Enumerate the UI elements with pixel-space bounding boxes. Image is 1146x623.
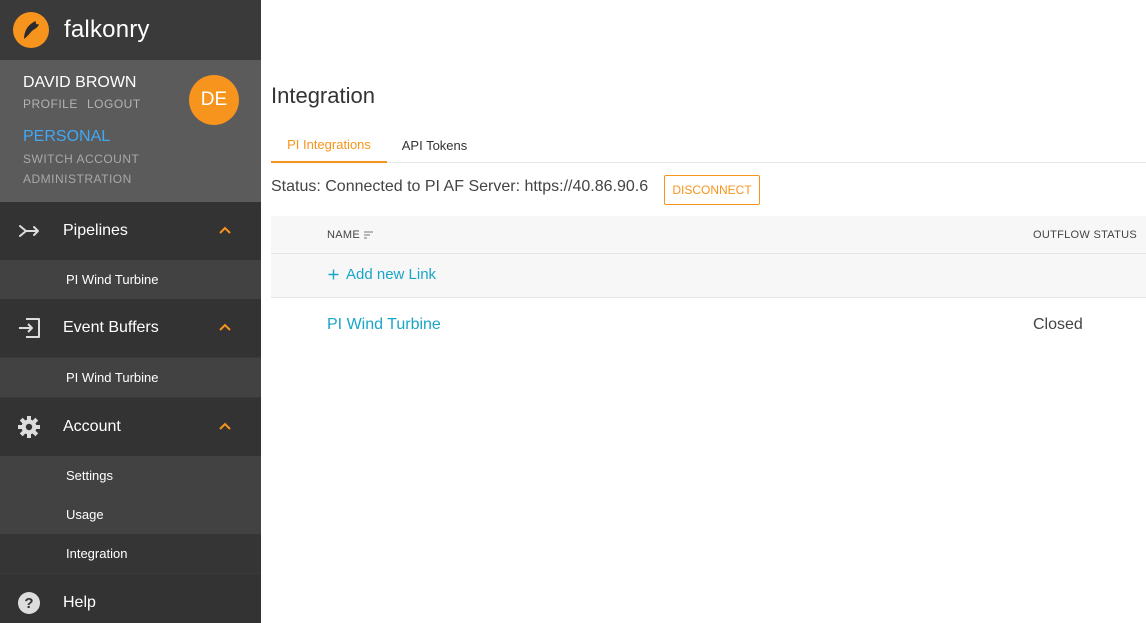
sidebar-item-label: Usage xyxy=(66,507,104,522)
help-circle-icon: ? xyxy=(17,591,41,615)
sidebar-item-integration[interactable]: Integration xyxy=(0,534,261,573)
profile-link[interactable]: PROFILE xyxy=(23,97,78,111)
user-name: DAVID BROWN xyxy=(23,74,137,91)
administration-link[interactable]: ADMINISTRATION xyxy=(23,172,132,186)
tab-api-tokens[interactable]: API Tokens xyxy=(387,128,482,163)
chevron-up-icon[interactable] xyxy=(218,321,232,335)
sidebar-item-pi-wind-turbine-buffer[interactable]: PI Wind Turbine xyxy=(0,358,261,397)
svg-text:?: ? xyxy=(24,595,33,612)
account-type: PERSONAL xyxy=(23,128,111,145)
nav-group-pipelines[interactable]: Pipelines xyxy=(0,202,261,260)
logout-link[interactable]: LOGOUT xyxy=(87,97,141,111)
user-panel: DAVID BROWN PROFILE LOGOUT DE PERSONAL S… xyxy=(0,60,261,202)
plus-icon xyxy=(328,269,339,280)
add-link-row: Add new Link xyxy=(271,254,1146,298)
tab-pi-integrations[interactable]: PI Integrations xyxy=(271,128,387,163)
nav-label-account: Account xyxy=(63,418,121,435)
column-header-outflow-status[interactable]: OUTFLOW STATUS xyxy=(1033,229,1137,241)
nav-label-help: Help xyxy=(63,594,96,611)
chevron-up-icon[interactable] xyxy=(218,224,232,238)
brand-header[interactable]: falkonry xyxy=(0,0,261,60)
add-new-link-label: Add new Link xyxy=(346,266,437,283)
sidebar-item-usage[interactable]: Usage xyxy=(0,495,261,534)
column-header-name[interactable]: NAME xyxy=(327,229,374,241)
brand-name: falkonry xyxy=(64,16,150,43)
nav-label-pipelines: Pipelines xyxy=(63,222,128,239)
link-name[interactable]: PI Wind Turbine xyxy=(327,316,441,334)
tab-bar: PI Integrations API Tokens xyxy=(271,128,1146,163)
sidebar-item-label: PI Wind Turbine xyxy=(66,272,159,287)
nav-group-event-buffers[interactable]: Event Buffers xyxy=(0,299,261,357)
merge-arrow-icon xyxy=(17,219,41,243)
column-header-label: NAME xyxy=(327,229,360,241)
page-title: Integration xyxy=(271,83,375,108)
add-new-link-button[interactable]: Add new Link xyxy=(328,266,436,283)
sidebar-item-label: Integration xyxy=(66,546,128,561)
table-row: PI Wind Turbine Closed xyxy=(271,298,1146,354)
nav-group-account[interactable]: Account xyxy=(0,398,261,456)
main-content: Integration PI Integrations API Tokens S… xyxy=(261,0,1146,623)
falkonry-logo-icon xyxy=(13,12,49,48)
switch-account-link[interactable]: SWITCH ACCOUNT xyxy=(23,152,139,166)
table-header: NAME OUTFLOW STATUS xyxy=(271,216,1146,254)
disconnect-button[interactable]: DISCONNECT xyxy=(664,175,760,205)
outflow-status: Closed xyxy=(1033,316,1083,333)
sort-icon xyxy=(363,231,374,239)
gear-icon xyxy=(17,415,41,439)
sidebar-item-pi-wind-turbine-pipeline[interactable]: PI Wind Turbine xyxy=(0,260,261,299)
sidebar: falkonry DAVID BROWN PROFILE LOGOUT DE P… xyxy=(0,0,261,623)
input-icon xyxy=(17,316,41,340)
nav-group-help[interactable]: ? Help xyxy=(0,574,261,623)
sidebar-item-settings[interactable]: Settings xyxy=(0,456,261,495)
sidebar-item-label: Settings xyxy=(66,468,113,483)
connection-status: Status: Connected to PI AF Server: https… xyxy=(271,178,649,195)
chevron-up-icon[interactable] xyxy=(218,420,232,434)
avatar[interactable]: DE xyxy=(189,75,239,125)
nav-label-event-buffers: Event Buffers xyxy=(63,319,159,336)
sidebar-item-label: PI Wind Turbine xyxy=(66,370,159,385)
